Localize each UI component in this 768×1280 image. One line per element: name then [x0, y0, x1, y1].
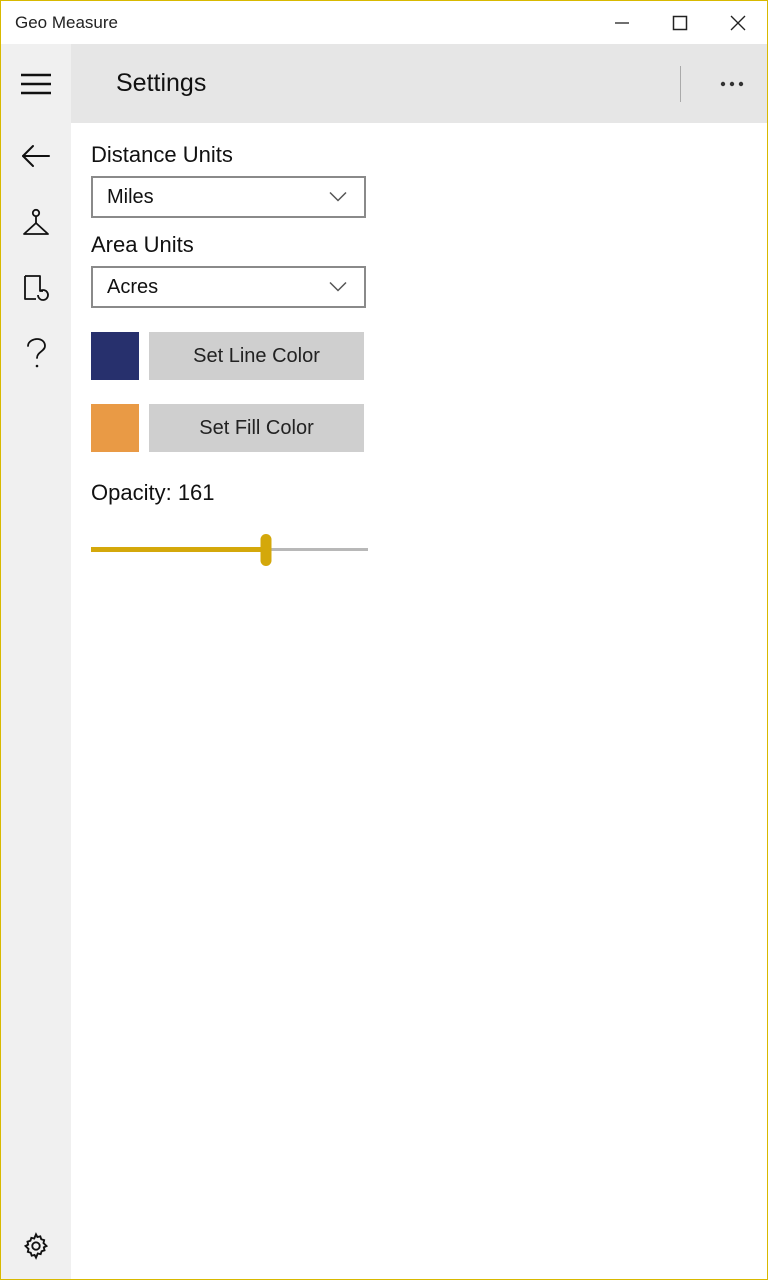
opacity-value: 161 [178, 480, 215, 505]
line-color-swatch[interactable] [91, 332, 139, 380]
close-icon [729, 14, 747, 32]
header-separator [680, 66, 681, 102]
map-pin-icon [21, 207, 51, 237]
opacity-label: Opacity: 161 [91, 480, 747, 506]
area-units-select[interactable]: Acres [91, 266, 366, 308]
question-icon [25, 338, 47, 370]
set-line-color-button[interactable]: Set Line Color [149, 332, 364, 380]
title-bar: Geo Measure [1, 1, 767, 44]
area-units-value: Acres [107, 276, 158, 299]
fill-color-row: Set Fill Color [91, 404, 747, 452]
window-controls [593, 1, 767, 44]
distance-units-select[interactable]: Miles [91, 176, 366, 218]
fill-color-swatch[interactable] [91, 404, 139, 452]
close-button[interactable] [709, 1, 767, 44]
back-button[interactable] [1, 123, 71, 189]
content-column: Settings Distance Units Miles Area Units [71, 44, 767, 1279]
line-color-row: Set Line Color [91, 332, 747, 380]
slider-thumb[interactable] [260, 534, 271, 566]
maximize-icon [672, 15, 688, 31]
chevron-down-icon [328, 186, 348, 209]
device-refresh-icon [21, 273, 51, 303]
area-units-label: Area Units [91, 232, 747, 258]
slider-fill [91, 547, 266, 552]
set-fill-color-button[interactable]: Set Fill Color [149, 404, 364, 452]
menu-button[interactable] [1, 44, 71, 123]
minimize-button[interactable] [593, 1, 651, 44]
distance-units-value: Miles [107, 186, 154, 209]
minimize-icon [614, 15, 630, 31]
window-title: Geo Measure [15, 13, 118, 33]
sidebar [1, 44, 71, 1279]
chevron-down-icon [328, 276, 348, 299]
gear-icon [22, 1232, 50, 1260]
maximize-button[interactable] [651, 1, 709, 44]
page-header: Settings [71, 44, 767, 123]
opacity-slider[interactable] [91, 534, 368, 566]
distance-units-label: Distance Units [91, 142, 747, 168]
body: Settings Distance Units Miles Area Units [1, 44, 767, 1279]
page-title: Settings [116, 69, 206, 98]
map-button[interactable] [1, 189, 71, 255]
hamburger-icon [20, 72, 52, 96]
more-button[interactable] [697, 44, 767, 123]
app-window: Geo Measure [0, 0, 768, 1280]
settings-button[interactable] [1, 1213, 71, 1279]
back-arrow-icon [21, 144, 51, 168]
help-button[interactable] [1, 321, 71, 387]
device-button[interactable] [1, 255, 71, 321]
ellipsis-icon [720, 81, 744, 87]
settings-content: Distance Units Miles Area Units Acres [71, 123, 767, 585]
